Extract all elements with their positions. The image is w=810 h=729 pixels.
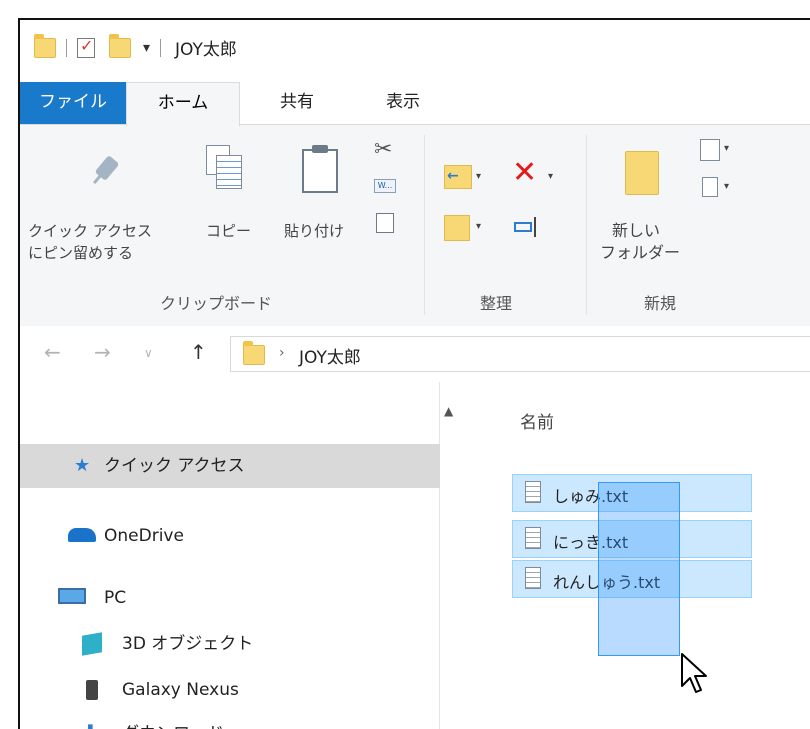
copy-button[interactable]: コピー	[206, 221, 251, 241]
move-to-icon[interactable]	[444, 165, 472, 189]
copy-path-icon[interactable]: W...	[374, 179, 396, 193]
navigation-pane: ★ クイック アクセス OneDrive PC 3D オブジェクト Galaxy…	[20, 382, 440, 729]
back-arrow-icon[interactable]: ←	[44, 340, 61, 364]
window-title: JOY太郎	[175, 40, 237, 60]
chevron-down-icon[interactable]: ▾	[724, 143, 729, 154]
monitor-icon	[58, 588, 86, 604]
new-group-label: 新規	[644, 294, 677, 313]
properties-icon[interactable]	[77, 36, 95, 58]
rename-icon[interactable]	[514, 215, 540, 237]
address-bar-row: ← → ∨ ↑ › JOY太郎	[20, 326, 810, 382]
copy-to-icon[interactable]	[444, 215, 470, 241]
selection-marquee	[598, 482, 680, 656]
nav-item-galaxy-nexus[interactable]: Galaxy Nexus	[20, 668, 440, 712]
group-divider	[586, 135, 587, 315]
nav-item-onedrive[interactable]: OneDrive	[20, 514, 440, 558]
copy-icon-front[interactable]	[216, 155, 242, 189]
address-field[interactable]: › JOY太郎	[230, 336, 810, 372]
breadcrumb-current[interactable]: JOY太郎	[299, 343, 361, 368]
tab-file[interactable]: ファイル	[20, 82, 126, 124]
delete-icon[interactable]: ✕	[512, 155, 537, 190]
nav-item-downloads[interactable]: ⬇ ダウンロード	[20, 712, 440, 729]
text-file-icon	[525, 481, 541, 503]
text-file-icon	[525, 567, 541, 589]
mouse-cursor-icon	[681, 653, 707, 693]
chevron-down-icon[interactable]: ▾	[548, 171, 553, 182]
cube-icon	[82, 632, 102, 656]
nav-item-label: ダウンロード	[122, 712, 224, 729]
pin-to-quick-access-label-2[interactable]: にピン留めする	[28, 243, 133, 263]
text-file-icon	[525, 527, 541, 549]
cloud-icon	[68, 528, 96, 542]
tab-home[interactable]: ホーム	[126, 82, 240, 126]
ribbon-tabs: ファイル ホーム 共有 表示	[20, 82, 810, 126]
tab-share[interactable]: 共有	[252, 82, 342, 124]
nav-item-label: 3D オブジェクト	[122, 634, 254, 654]
nav-item-3d-objects[interactable]: 3D オブジェクト	[20, 622, 440, 666]
paste-shortcut-icon[interactable]	[376, 213, 394, 233]
nav-item-pc[interactable]: PC	[20, 576, 440, 620]
cut-icon[interactable]: ✂	[374, 137, 392, 162]
star-icon: ★	[74, 455, 91, 476]
chevron-down-icon[interactable]: ▾	[724, 181, 729, 192]
nav-item-label: OneDrive	[104, 526, 184, 546]
column-header-name[interactable]: 名前	[520, 408, 554, 433]
new-folder-icon[interactable]	[625, 151, 659, 195]
phone-icon	[86, 680, 98, 700]
separator	[160, 38, 162, 57]
pin-icon[interactable]	[88, 153, 124, 189]
title-bar: ▾ JOY太郎	[20, 20, 810, 82]
scroll-up-icon[interactable]: ▲	[444, 404, 453, 418]
customize-dropdown-icon[interactable]: ▾	[143, 40, 150, 56]
pin-to-quick-access-label[interactable]: クイック アクセス	[28, 221, 152, 241]
new-item-icon[interactable]	[700, 139, 720, 161]
paste-icon[interactable]	[302, 145, 338, 193]
group-divider	[424, 135, 425, 315]
nav-item-label: クイック アクセス	[104, 456, 245, 476]
chevron-down-icon[interactable]: ▾	[476, 171, 481, 182]
easy-access-icon[interactable]	[702, 177, 718, 197]
download-icon: ⬇	[82, 710, 99, 729]
folder-icon	[243, 341, 265, 365]
clipboard-group-label: クリップボード	[160, 294, 273, 313]
explorer-window: ▾ JOY太郎 ファイル ホーム 共有 表示 クイック アクセス にピン留めする…	[18, 18, 810, 729]
paste-button[interactable]: 貼り付け	[284, 221, 344, 241]
breadcrumb-chevron-icon[interactable]: ›	[279, 345, 285, 361]
tab-view[interactable]: 表示	[358, 82, 448, 124]
nav-item-label: PC	[104, 588, 127, 608]
new-folder-label[interactable]: 新しい	[612, 221, 660, 241]
folder-icon[interactable]	[34, 33, 56, 58]
organize-group-label: 整理	[480, 294, 513, 313]
separator	[66, 38, 67, 57]
up-arrow-icon[interactable]: ↑	[190, 340, 207, 364]
new-folder-qa-icon[interactable]	[109, 33, 131, 58]
new-folder-label-2[interactable]: フォルダー	[600, 243, 680, 263]
forward-arrow-icon[interactable]: →	[94, 340, 111, 364]
nav-item-quick-access[interactable]: ★ クイック アクセス	[20, 444, 440, 488]
quick-access-toolbar: ▾ JOY太郎	[34, 33, 237, 60]
nav-item-label: Galaxy Nexus	[122, 680, 239, 700]
ribbon: クイック アクセス にピン留めする コピー 貼り付け ✂ W... クリップボー…	[20, 124, 810, 327]
recent-locations-chevron-icon[interactable]: ∨	[144, 346, 153, 360]
chevron-down-icon[interactable]: ▾	[476, 221, 481, 232]
